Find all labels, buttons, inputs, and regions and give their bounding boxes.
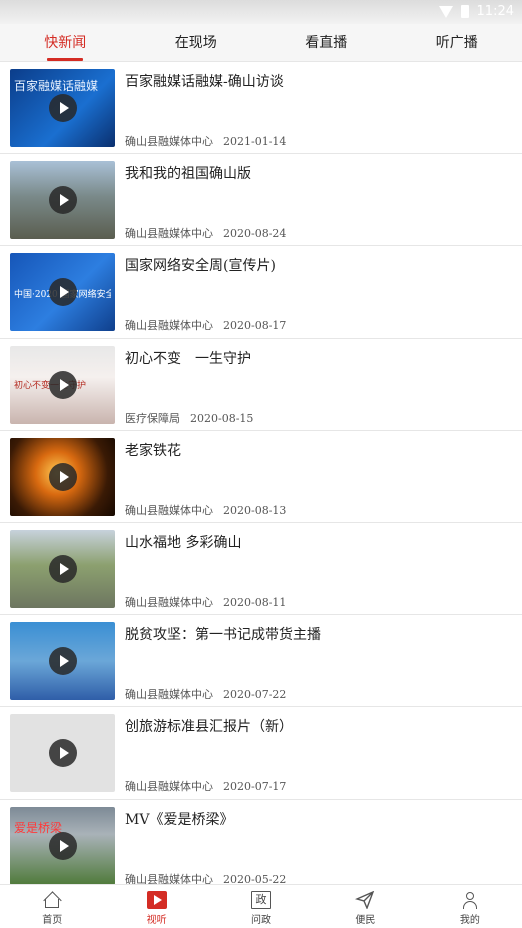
video-thumbnail[interactable] bbox=[10, 714, 115, 793]
video-meta: 确山县融媒体中心 2020-08-13 bbox=[125, 502, 286, 518]
video-icon bbox=[146, 891, 167, 909]
video-meta: 医疗保障局 2020-08-15 bbox=[125, 410, 253, 426]
video-thumbnail[interactable] bbox=[10, 529, 115, 608]
tab-kuai-xinwen[interactable]: 快新闻 bbox=[0, 24, 131, 61]
category-tabs: 快新闻 在现场 看直播 听广播 bbox=[0, 24, 522, 62]
video-source: 确山县融媒体中心 bbox=[125, 227, 213, 241]
video-thumbnail[interactable] bbox=[10, 437, 115, 516]
video-thumbnail[interactable] bbox=[10, 161, 115, 240]
user-icon bbox=[460, 891, 480, 909]
video-meta: 确山县融媒体中心 2020-05-22 bbox=[125, 871, 286, 885]
list-item[interactable]: 创旅游标准县汇报片（新） 确山县融媒体中心 2020-07-17 bbox=[0, 707, 522, 800]
video-date: 2020-08-17 bbox=[223, 319, 287, 333]
video-title[interactable]: 百家融媒话融媒-确山访谈 bbox=[125, 71, 512, 91]
play-icon[interactable] bbox=[48, 186, 77, 215]
bottom-nav: 首页 视听 政 问政 便民 我的 bbox=[0, 884, 522, 928]
video-thumbnail[interactable]: 爱是桥梁 bbox=[10, 806, 115, 884]
list-item[interactable]: 爱是桥梁 MV《爱是桥梁》 确山县融媒体中心 2020-05-22 bbox=[0, 800, 522, 885]
status-bar: 11:24 bbox=[0, 0, 522, 24]
play-icon[interactable] bbox=[48, 554, 77, 583]
nav-video[interactable]: 视听 bbox=[104, 885, 208, 928]
tab-ting-guangbo[interactable]: 听广播 bbox=[392, 24, 522, 61]
thumbnail-caption: 百家融媒话融媒 bbox=[14, 79, 99, 93]
send-icon bbox=[355, 890, 375, 910]
list-item[interactable]: 百家融媒话融媒 百家融媒话融媒-确山访谈 确山县融媒体中心 2021-01-14 bbox=[0, 62, 522, 155]
video-title[interactable]: MV《爱是桥梁》 bbox=[125, 809, 512, 829]
nav-label: 首页 bbox=[42, 915, 63, 926]
home-icon bbox=[42, 891, 62, 909]
play-icon[interactable] bbox=[48, 94, 77, 122]
video-title[interactable]: 山水福地 多彩确山 bbox=[125, 532, 512, 552]
play-icon[interactable] bbox=[48, 278, 77, 307]
video-source: 确山县融媒体中心 bbox=[125, 688, 213, 702]
nav-label: 问政 bbox=[251, 915, 272, 926]
video-title[interactable]: 初心不变 一生守护 bbox=[125, 348, 512, 368]
video-thumbnail[interactable]: 中国·2020 国家网络安全宣传周 bbox=[10, 253, 115, 332]
nav-label: 我的 bbox=[459, 915, 480, 926]
video-title[interactable]: 脱贫攻坚：第一书记成带货主播 bbox=[125, 624, 512, 644]
video-thumbnail[interactable]: 初心不变一生守护 bbox=[10, 345, 115, 424]
wifi-icon bbox=[438, 5, 453, 18]
tab-kan-zhibo[interactable]: 看直播 bbox=[261, 24, 392, 61]
video-date: 2020-07-22 bbox=[223, 688, 287, 702]
play-icon[interactable] bbox=[48, 462, 77, 491]
video-source: 确山县融媒体中心 bbox=[125, 319, 213, 333]
tab-zai-xianchang[interactable]: 在现场 bbox=[131, 24, 262, 61]
video-source: 确山县融媒体中心 bbox=[125, 135, 213, 148]
nav-mine[interactable]: 我的 bbox=[418, 885, 522, 928]
video-meta: 确山县融媒体中心 2020-08-11 bbox=[125, 594, 286, 610]
list-item[interactable]: 我和我的祖国确山版 确山县融媒体中心 2020-08-24 bbox=[0, 154, 522, 247]
video-thumbnail[interactable] bbox=[10, 622, 115, 701]
video-source: 确山县融媒体中心 bbox=[125, 595, 213, 609]
nav-home[interactable]: 首页 bbox=[0, 885, 104, 928]
video-title[interactable]: 我和我的祖国确山版 bbox=[125, 163, 512, 183]
battery-icon bbox=[460, 5, 469, 18]
video-thumbnail[interactable]: 百家融媒话融媒 bbox=[10, 69, 115, 147]
video-date: 2020-08-24 bbox=[223, 227, 287, 241]
nav-wenzheng[interactable]: 政 问政 bbox=[209, 885, 313, 928]
video-date: 2020-05-22 bbox=[223, 872, 287, 885]
video-title[interactable]: 国家网络安全周(宣传片) bbox=[125, 255, 512, 275]
video-date: 2020-08-15 bbox=[190, 411, 254, 425]
play-icon[interactable] bbox=[48, 831, 77, 860]
video-date: 2020-08-13 bbox=[223, 503, 287, 517]
video-date: 2021-01-14 bbox=[223, 135, 287, 148]
status-time: 11:24 bbox=[476, 4, 514, 19]
video-date: 2020-08-11 bbox=[223, 595, 287, 609]
video-source: 确山县融媒体中心 bbox=[125, 503, 213, 517]
video-meta: 确山县融媒体中心 2020-07-17 bbox=[125, 778, 286, 794]
video-meta: 确山县融媒体中心 2020-07-22 bbox=[125, 686, 286, 702]
nav-label: 视听 bbox=[146, 915, 167, 926]
play-icon[interactable] bbox=[48, 647, 77, 676]
list-item[interactable]: 初心不变一生守护 初心不变 一生守护 医疗保障局 2020-08-15 bbox=[0, 339, 522, 431]
list-item[interactable]: 脱贫攻坚：第一书记成带货主播 确山县融媒体中心 2020-07-22 bbox=[0, 615, 522, 708]
play-icon[interactable] bbox=[48, 739, 77, 768]
list-item[interactable]: 中国·2020 国家网络安全宣传周 国家网络安全周(宣传片) 确山县融媒体中心 2… bbox=[0, 246, 522, 339]
list-item[interactable]: 老家铁花 确山县融媒体中心 2020-08-13 bbox=[0, 431, 522, 523]
video-meta: 确山县融媒体中心 2020-08-17 bbox=[125, 317, 286, 333]
nav-bianmin[interactable]: 便民 bbox=[313, 885, 417, 928]
video-source: 医疗保障局 bbox=[125, 411, 180, 425]
nav-label: 便民 bbox=[355, 915, 376, 926]
video-meta: 确山县融媒体中心 2021-01-14 bbox=[125, 133, 286, 149]
video-date: 2020-07-17 bbox=[223, 780, 287, 794]
video-source: 确山县融媒体中心 bbox=[125, 780, 213, 794]
video-title[interactable]: 创旅游标准县汇报片（新） bbox=[125, 716, 512, 736]
play-icon[interactable] bbox=[48, 370, 77, 399]
video-source: 确山县融媒体中心 bbox=[125, 872, 213, 885]
video-list: 百家融媒话融媒 百家融媒话融媒-确山访谈 确山县融媒体中心 2021-01-14 … bbox=[0, 62, 522, 884]
list-item[interactable]: 山水福地 多彩确山 确山县融媒体中心 2020-08-11 bbox=[0, 523, 522, 616]
zheng-icon: 政 bbox=[251, 891, 272, 909]
video-meta: 确山县融媒体中心 2020-08-24 bbox=[125, 225, 286, 241]
video-title[interactable]: 老家铁花 bbox=[125, 440, 512, 460]
